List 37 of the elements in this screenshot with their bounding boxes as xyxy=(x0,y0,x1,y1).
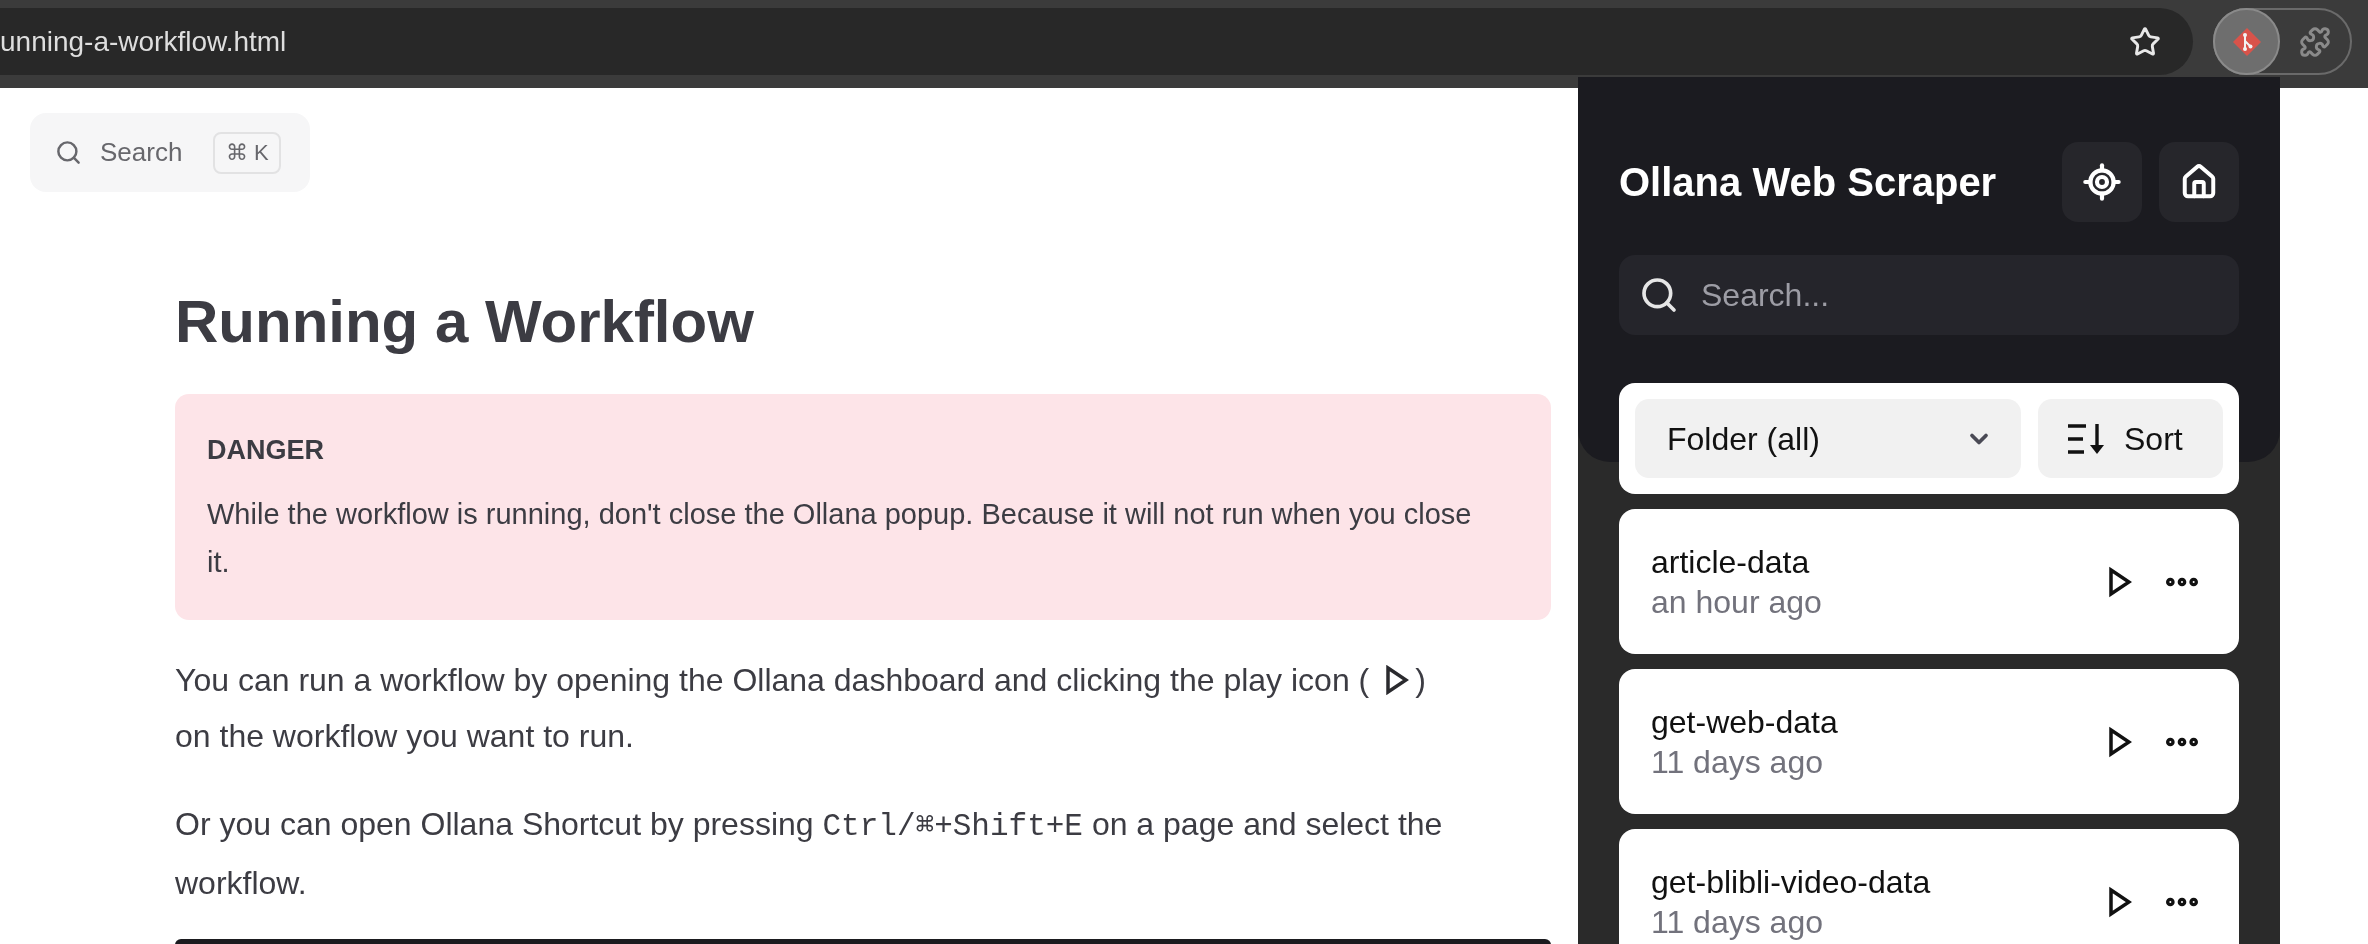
play-icon[interactable] xyxy=(2108,725,2132,758)
puzzle-icon[interactable] xyxy=(2299,25,2331,58)
branch-diamond-icon xyxy=(2231,26,2262,57)
search-button[interactable]: Search ⌘ K xyxy=(30,113,310,192)
star-icon[interactable] xyxy=(2129,25,2161,58)
search-field[interactable]: Search... xyxy=(1619,255,2239,335)
workflow-card[interactable]: get-blibli-video-data 11 days ago xyxy=(1619,829,2239,944)
popup-title: Ollana Web Scraper xyxy=(1619,160,1997,204)
workflow-updated: 11 days ago xyxy=(1651,742,1823,782)
crosshair-icon xyxy=(2082,162,2122,202)
workflow-updated: an hour ago xyxy=(1651,582,1822,622)
home-button[interactable] xyxy=(2159,142,2239,222)
workflow-card[interactable]: article-data an hour ago xyxy=(1619,509,2239,654)
workflow-card[interactable]: get-web-data 11 days ago xyxy=(1619,669,2239,814)
play-icon xyxy=(1385,665,1410,695)
sort-button[interactable]: Sort xyxy=(2038,399,2223,478)
play-icon[interactable] xyxy=(2108,885,2132,918)
keyboard-shortcut: Ctrl/⌘+Shift+E xyxy=(822,809,1083,844)
url-text: unning-a-workflow.html xyxy=(0,24,287,59)
home-icon xyxy=(2180,163,2218,201)
callout-title: DANGER xyxy=(207,434,324,467)
workflow-name: get-blibli-video-data xyxy=(1651,862,1931,902)
workflow-updated: 11 days ago xyxy=(1651,902,1823,942)
address-bar[interactable]: unning-a-workflow.html xyxy=(0,8,2193,75)
sort-descending-icon xyxy=(2066,422,2106,455)
folder-select[interactable]: Folder (all) xyxy=(1635,399,2021,478)
crosshair-button[interactable] xyxy=(2062,142,2142,222)
workflow-name: article-data xyxy=(1651,542,1810,582)
paragraph: Or you can open Ollana Shortcut by pressing Ctrl/⌘+Shift+E on a page and select the workflow. xyxy=(175,805,1444,903)
search-icon xyxy=(55,139,82,166)
search-icon xyxy=(1639,275,1679,315)
callout-text: While the workflow is running, don't close the Ollana popup. Because it will not run when you close it. xyxy=(207,497,1473,580)
play-icon[interactable] xyxy=(2108,565,2132,598)
keyboard-shortcut-hint: ⌘ K xyxy=(213,131,282,174)
paragraph: You can run a workflow by opening the Ollana dashboard and clicking the play icon ( ) on the workflow you want to run. xyxy=(175,661,1427,756)
workflow-name: get-web-data xyxy=(1651,702,1838,742)
page-title: Running a Workflow xyxy=(175,287,754,357)
